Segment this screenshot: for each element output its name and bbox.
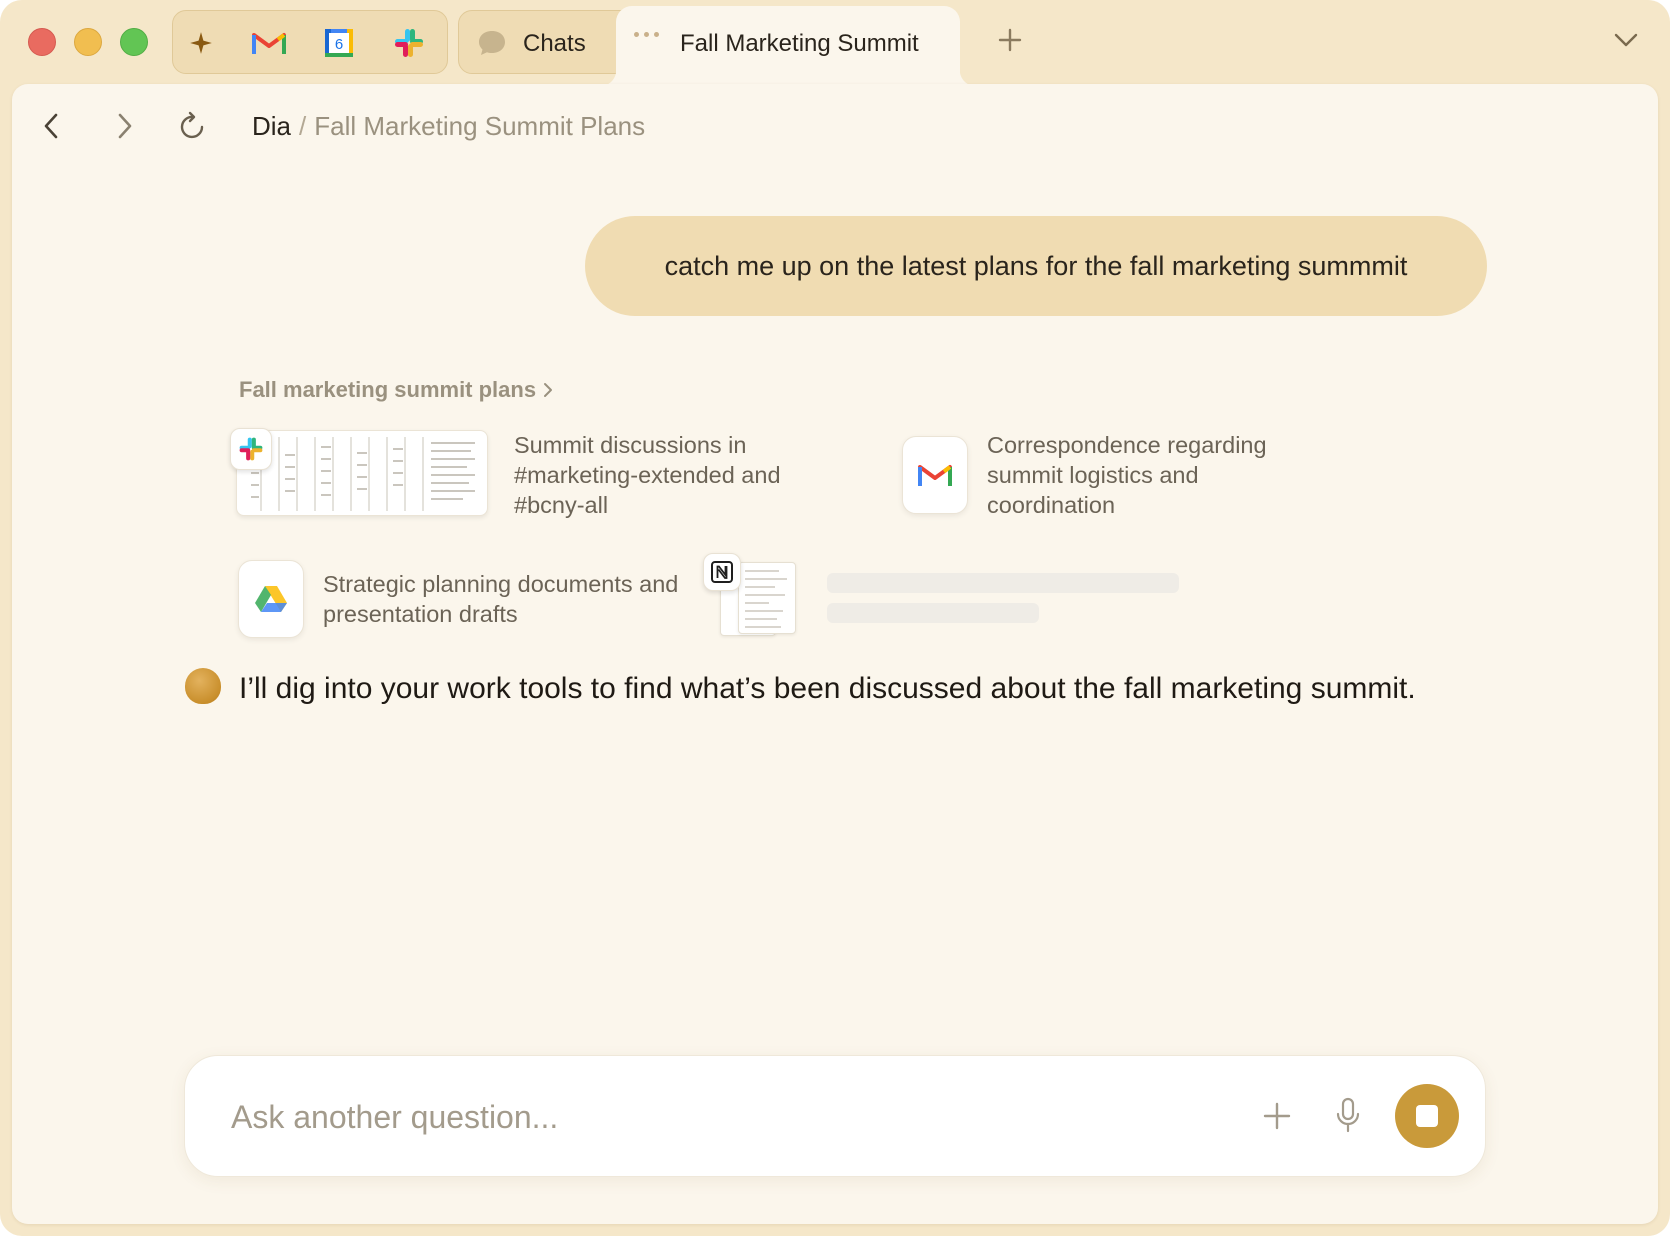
chevron-right-icon: [118, 113, 132, 139]
question-composer: [184, 1055, 1486, 1177]
gmail-icon: [918, 465, 952, 486]
loading-placeholder: [827, 573, 1179, 593]
breadcrumb-separator: /: [299, 111, 307, 141]
chevron-left-icon: [44, 113, 58, 139]
window-maximize-button[interactable]: [120, 28, 148, 56]
google-drive-result-tile[interactable]: [238, 560, 304, 638]
breadcrumb-page: Fall Marketing Summit Plans: [314, 111, 646, 141]
gmail-result-tile[interactable]: [902, 436, 968, 514]
microphone-icon: [1336, 1097, 1360, 1133]
question-input[interactable]: [231, 1090, 1211, 1144]
pinned-tab-calendar[interactable]: 6: [321, 25, 357, 61]
google-drive-icon: [255, 586, 287, 612]
tab-active[interactable]: Fall Marketing Summit: [600, 6, 976, 86]
loading-dots-icon: [634, 32, 659, 37]
forward-button[interactable]: [112, 110, 136, 142]
back-button[interactable]: [40, 110, 64, 142]
stop-icon: [1416, 1105, 1438, 1127]
pinned-tab-gmail[interactable]: [251, 25, 287, 61]
assistant-avatar: [185, 668, 221, 704]
result-text-slack[interactable]: Summit discussions in #marketing-extende…: [514, 430, 844, 520]
microphone-button[interactable]: [1333, 1096, 1363, 1141]
tab-label: Chats: [523, 30, 586, 57]
reload-icon: [180, 111, 204, 139]
result-text-drive[interactable]: Strategic planning documents and present…: [323, 569, 683, 629]
document-page: [738, 562, 796, 634]
breadcrumb-root[interactable]: Dia: [252, 111, 291, 141]
new-tab-button[interactable]: [996, 26, 1024, 59]
results-section-link[interactable]: Fall marketing summit plans: [239, 377, 554, 403]
results-title: Fall marketing summit plans: [239, 377, 537, 402]
window-close-button[interactable]: [28, 28, 56, 56]
chat-bubble-icon: [479, 31, 505, 55]
pinned-tab-dia[interactable]: [183, 25, 219, 61]
user-message-text: catch me up on the latest plans for the …: [664, 250, 1408, 281]
reload-button[interactable]: [178, 110, 208, 142]
notion-source-badge: [703, 553, 741, 591]
chevron-right-icon: [544, 383, 553, 397]
tabs-menu-button[interactable]: [1612, 30, 1640, 55]
google-calendar-icon: 6: [325, 29, 353, 57]
document-preview-image: [745, 570, 787, 628]
document-preview-image: [251, 437, 475, 511]
pinned-tab-slack[interactable]: [391, 25, 427, 61]
loading-placeholder: [827, 603, 1039, 623]
plus-icon: [998, 28, 1022, 52]
assistant-message-text: I’ll dig into your work tools to find wh…: [239, 672, 1416, 705]
window-minimize-button[interactable]: [74, 28, 102, 56]
slack-source-badge: [230, 428, 272, 470]
sparkle-icon: [190, 32, 212, 54]
plus-icon: [1263, 1102, 1291, 1130]
gmail-icon: [252, 33, 286, 54]
browser-window: 6 Chats Fall Marketing Summit Dia / Fall…: [0, 0, 1670, 1236]
stop-generation-button[interactable]: [1395, 1084, 1459, 1148]
add-attachment-button[interactable]: [1261, 1100, 1293, 1137]
chevron-down-icon: [1614, 33, 1638, 47]
tab-label: Fall Marketing Summit: [680, 30, 919, 57]
breadcrumb: Dia / Fall Marketing Summit Plans: [252, 111, 645, 142]
slack-icon: [239, 437, 263, 461]
svg-text:6: 6: [335, 36, 343, 53]
slack-result-thumbnail[interactable]: [236, 430, 488, 516]
notion-icon: [711, 561, 733, 583]
result-text-gmail[interactable]: Correspondence regarding summit logistic…: [987, 430, 1317, 520]
user-message-bubble: catch me up on the latest plans for the …: [585, 216, 1487, 316]
slack-icon: [395, 29, 423, 57]
pinned-tabs: 6: [172, 10, 448, 74]
